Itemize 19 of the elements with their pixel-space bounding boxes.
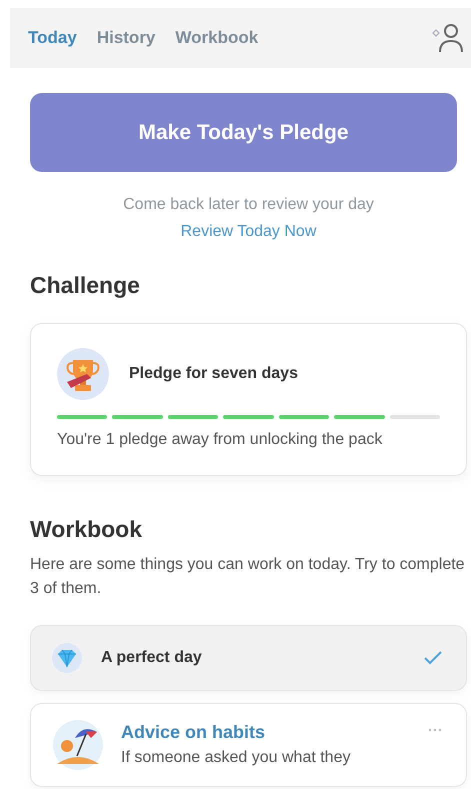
pledge-button[interactable]: Make Today's Pledge — [30, 93, 457, 172]
nav-tab[interactable]: Workbook — [175, 28, 258, 48]
challenge-title: Pledge for seven days — [129, 365, 298, 383]
section-heading: Workbook — [30, 516, 144, 543]
trophy-icon — [57, 348, 109, 400]
review-link[interactable]: Review Today Now — [180, 223, 316, 241]
item-description: If someone asked you what they — [121, 749, 352, 767]
nav-tab[interactable]: History — [96, 28, 156, 48]
item-title: Advice on habits — [121, 722, 266, 743]
item-title: A perfect day — [101, 649, 203, 667]
checkmark-icon — [424, 651, 442, 665]
section-heading: Challenge — [30, 272, 141, 299]
nav-tab[interactable]: Today — [28, 28, 77, 48]
workbook-item[interactable]: Advice on habits If someone asked you what they — [30, 703, 467, 787]
review-note: Come back later to review your day — [122, 196, 375, 214]
workbook-item[interactable]: A perfect day — [30, 625, 467, 691]
workbook-intro: Here are some things you can work on today. Try to complete 3 of them. — [30, 555, 466, 599]
beach-umbrella-icon — [53, 720, 103, 770]
challenge-message: You're 1 pledge away from unlocking the pack — [57, 431, 384, 449]
